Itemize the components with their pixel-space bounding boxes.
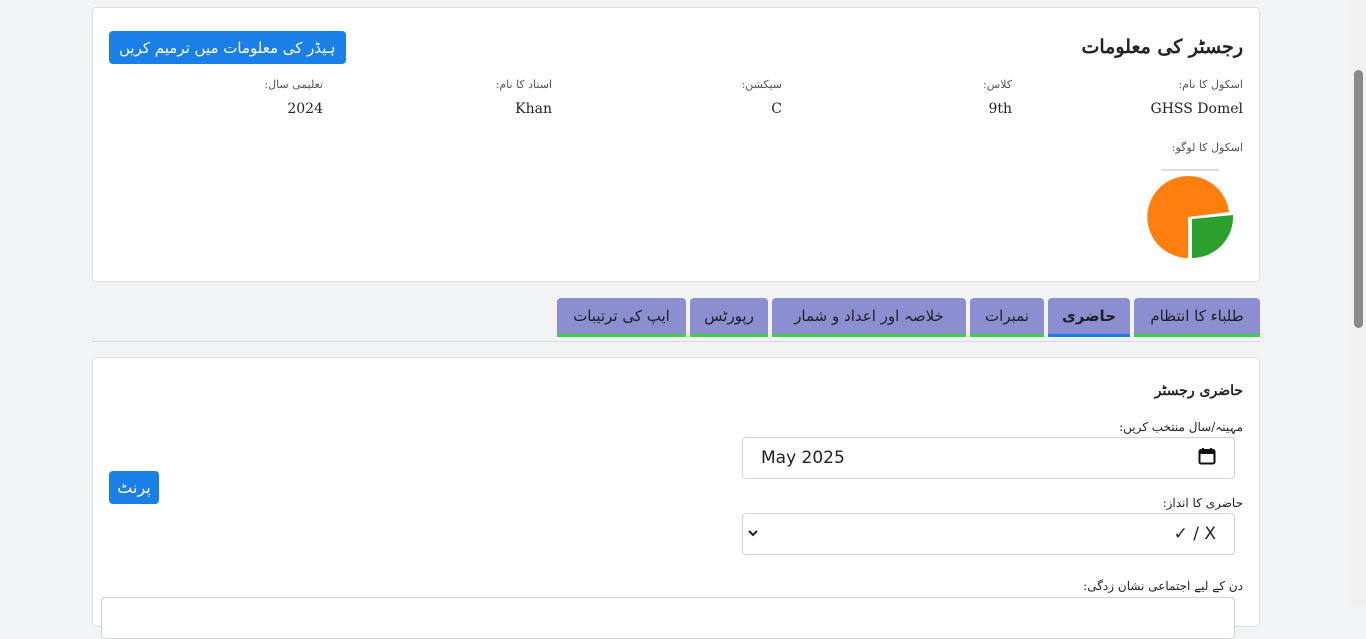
attendance-style-label: حاضری کا انداز:: [1162, 496, 1243, 510]
page-scrollbar[interactable]: [1350, 0, 1366, 607]
month-select-label: مہینہ/سال منتخب کریں:: [1119, 420, 1243, 434]
month-year-value: May 2025: [761, 448, 845, 468]
academic-year-label: تعلیمی سال:: [264, 78, 323, 91]
attendance-style-value: ✓ / X: [1173, 524, 1216, 544]
attendance-style-select[interactable]: ✓ / X: [742, 513, 1235, 555]
scrollbar-thumb[interactable]: [1354, 70, 1363, 328]
school-name-value: GHSS Domel: [1150, 101, 1243, 117]
academic-year-value: 2024: [287, 101, 323, 117]
chevron-down-icon: [747, 524, 759, 544]
section-label: سیکشن:: [741, 78, 782, 91]
tab-student-management[interactable]: طلباء کا انتظام: [1134, 298, 1260, 337]
tab-reports[interactable]: رپورٹس: [690, 298, 768, 337]
teacher-name-value: Khan: [515, 101, 552, 117]
main-tabs: طلباء کا انتظام حاضری نمبرات خلاصہ اور ا…: [92, 297, 1260, 342]
class-value: 9th: [988, 101, 1012, 117]
tab-summary-statistics[interactable]: خلاصہ اور اعداد و شمار: [772, 298, 966, 337]
school-logo-label: اسکول کا لوگو:: [1171, 141, 1243, 154]
register-info-title: رجسٹر کی معلومات: [1081, 36, 1244, 58]
calendar-icon[interactable]: [1198, 447, 1216, 470]
collective-marking-input[interactable]: [101, 597, 1235, 639]
tab-app-settings[interactable]: ایپ کی ترتیبات: [557, 298, 686, 337]
attendance-register-card: حاضری رجسٹر مہینہ/سال منتخب کریں: May 20…: [92, 357, 1260, 639]
edit-header-button[interactable]: ہیڈر کی معلومات میں ترمیم کریں: [109, 31, 346, 64]
tab-attendance[interactable]: حاضری: [1048, 298, 1130, 337]
tab-marks[interactable]: نمبرات: [970, 298, 1044, 337]
school-name-label: اسکول کا نام:: [1178, 78, 1243, 91]
section-value: C: [771, 101, 782, 117]
teacher-name-label: استاد کا نام:: [495, 78, 552, 91]
collective-marking-label: دن کے لیے اجتماعی نشان زدگی:: [1083, 579, 1243, 593]
print-button[interactable]: پرنٹ: [109, 471, 159, 504]
school-logo-image: [1147, 166, 1234, 259]
month-year-input[interactable]: May 2025: [742, 437, 1235, 479]
attendance-register-title: حاضری رجسٹر: [1154, 383, 1243, 399]
class-label: کلاس:: [983, 78, 1012, 91]
register-info-card: رجسٹر کی معلومات ہیڈر کی معلومات میں ترم…: [92, 7, 1260, 282]
